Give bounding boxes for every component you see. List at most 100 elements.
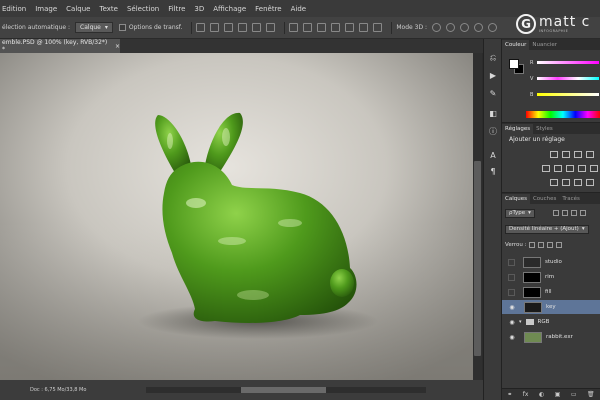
auto-align-icon[interactable] [373,23,383,32]
menu-item-3d[interactable]: 3D [194,5,204,13]
posterize-icon[interactable] [562,179,570,186]
layer-thumbnail[interactable] [523,286,541,298]
menu-item-calque[interactable]: Calque [66,5,90,13]
layer-thumbnail[interactable] [523,271,541,283]
align-right-icon[interactable] [266,23,276,32]
foreground-color-swatch[interactable] [509,59,519,69]
menu-item-affichage[interactable]: Affichage [213,5,246,13]
tab-styles[interactable]: Styles [533,124,556,134]
align-top-icon[interactable] [196,23,206,32]
distribute-center-icon[interactable] [345,23,355,32]
layer-row-studio[interactable]: studio [502,255,600,269]
tab-nuancier[interactable]: Nuancier [529,40,560,50]
black-white-icon[interactable] [578,165,586,172]
horizontal-scroll-thumb[interactable] [241,387,327,393]
vertical-scroll-thumb[interactable] [474,161,481,356]
visibility-toggle[interactable] [508,288,515,296]
vertical-scrollbar[interactable] [473,53,482,380]
filter-pixel-icon[interactable] [552,210,559,216]
layer-thumbnail[interactable] [523,256,541,268]
menu-item-aide[interactable]: Aide [291,5,306,13]
visibility-toggle[interactable] [508,258,515,266]
tab-reglages[interactable]: Réglages [502,124,534,134]
menu-item-edition[interactable]: Edition [2,5,26,13]
roll-3d-icon[interactable] [446,23,455,32]
filter-shape-icon[interactable] [579,210,586,216]
distribute-top-icon[interactable] [289,23,299,32]
gradient-map-icon[interactable] [586,179,594,186]
slide-3d-icon[interactable] [474,23,483,32]
tab-traces[interactable]: Tracés [559,194,582,204]
tab-calques[interactable]: Calques [502,194,530,204]
character-icon[interactable]: A [488,151,498,161]
menu-item-texte[interactable]: Texte [99,5,117,13]
lock-pixels-icon[interactable] [538,242,545,248]
lock-transparency-icon[interactable] [529,242,536,248]
add-mask-icon[interactable]: ◐ [539,391,544,398]
visibility-eye-icon[interactable]: ◉ [508,334,516,341]
slider-v[interactable] [537,77,599,80]
align-middle-icon[interactable] [210,23,220,32]
slider-r[interactable] [537,61,599,64]
menu-item-filtre[interactable]: Filtre [168,5,185,13]
distribute-left-icon[interactable] [331,23,341,32]
menu-item-fenetre[interactable]: Fenêtre [255,5,281,13]
distribute-bottom-icon[interactable] [317,23,327,32]
color-balance-icon[interactable] [566,165,574,172]
trash-icon[interactable]: 🗑 [587,391,595,398]
photo-filter-icon[interactable] [590,165,598,172]
pan-3d-icon[interactable] [460,23,469,32]
link-layers-icon[interactable]: ⚭ [507,391,512,398]
slider-b[interactable] [537,93,599,96]
distribute-right-icon[interactable] [359,23,369,32]
visibility-eye-icon[interactable]: ◉ [508,304,516,311]
filter-type-icon[interactable] [570,210,577,216]
layer-row-key[interactable]: ◉ key [502,300,600,314]
document-canvas[interactable] [0,53,473,380]
layer-row-rgb[interactable]: ◉ ▾ RGB [502,315,600,329]
visibility-eye-icon[interactable]: ◉ [508,319,516,326]
lock-position-icon[interactable] [547,242,554,248]
brush-presets-icon[interactable]: ✎ [488,89,498,99]
distribute-middle-icon[interactable] [303,23,313,32]
group-expand-icon[interactable]: ▾ [519,319,522,325]
auto-select-dropdown[interactable]: Calque [75,22,113,33]
color-spectrum[interactable] [526,111,600,118]
menu-item-selection[interactable]: Sélection [127,5,159,13]
threshold-icon[interactable] [574,179,582,186]
align-bottom-icon[interactable] [224,23,234,32]
filter-adjust-icon[interactable] [561,210,568,216]
hue-saturation-icon[interactable] [554,165,562,172]
curves-icon[interactable] [574,151,582,158]
brightness-icon[interactable] [550,151,558,158]
layer-thumbnail[interactable] [524,301,542,313]
rotate-3d-icon[interactable] [432,23,441,32]
transform-options-checkbox[interactable] [118,24,126,31]
doc-size-readout[interactable]: Doc : 6,75 Mo/33,8 Mo [30,387,86,393]
paragraph-icon[interactable]: ¶ [488,167,498,177]
properties-icon[interactable]: ◧ [488,109,498,119]
horizontal-scrollbar[interactable] [146,387,427,393]
layer-thumbnail[interactable] [524,331,542,343]
visibility-toggle[interactable] [508,273,515,281]
layer-filter-dropdown[interactable]: ρ Type [505,208,535,218]
exposure-icon[interactable] [586,151,594,158]
levels-icon[interactable] [562,151,570,158]
invert-icon[interactable] [550,179,558,186]
fx-icon[interactable]: fx [523,391,529,398]
align-center-icon[interactable] [252,23,262,32]
align-left-icon[interactable] [238,23,248,32]
new-layer-icon[interactable]: ▭ [571,391,577,398]
layer-row-rim[interactable]: rim [502,270,600,284]
adjustment-layer-icon[interactable]: ▣ [555,391,561,398]
actions-icon[interactable]: ▶ [488,71,498,81]
info-icon[interactable]: ⓘ [488,127,498,137]
lock-all-icon[interactable] [556,242,563,248]
tab-couches[interactable]: Couches [530,194,559,204]
scale-3d-icon[interactable] [488,23,497,32]
vibrance-icon[interactable] [542,165,550,172]
menu-item-image[interactable]: Image [35,5,57,13]
tab-couleur[interactable]: Couleur [502,40,530,50]
history-icon[interactable]: ⎌ [488,53,498,63]
blend-mode-dropdown[interactable]: Densité linéaire + (Ajout) [505,224,589,234]
